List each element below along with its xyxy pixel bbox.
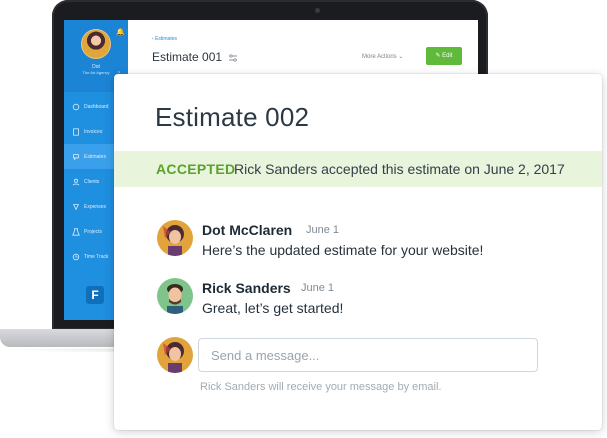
status-banner: ACCEPTED Rick Sanders accepted this esti… [114, 151, 602, 187]
avatar [157, 337, 193, 373]
sidebar-item-label: Projects [84, 228, 103, 235]
more-actions-button[interactable]: More Actions ⌄ [362, 53, 403, 60]
avatar [157, 220, 193, 256]
projects-icon [72, 227, 80, 236]
edit-button[interactable]: ✎ Edit [426, 47, 462, 65]
message-body: Here’s the updated estimate for your web… [202, 242, 484, 258]
composer-hint: Rick Sanders will receive your message b… [200, 381, 442, 393]
breadcrumb[interactable]: ‹ Estimates [152, 36, 177, 42]
clients-icon [72, 178, 80, 186]
app-header: ‹ Estimates Estimate 001 More Actions ⌄ … [128, 20, 478, 80]
expenses-icon [72, 203, 80, 211]
sliders-icon[interactable] [228, 50, 238, 62]
estimate-card: Estimate 002 ACCEPTED Rick Sanders accep… [114, 74, 602, 430]
message-body: Great, let’s get started! [202, 300, 344, 316]
edit-label: Edit [442, 53, 453, 59]
sidebar-item-label: Estimates [84, 153, 106, 160]
message-author: Dot McClaren [202, 222, 293, 238]
avatar[interactable] [81, 29, 111, 59]
message-item: Rick Sanders June 1 Great, let’s get sta… [157, 278, 577, 322]
time-icon [72, 253, 80, 261]
sidebar-item-label: Invoices [84, 128, 103, 135]
message-date: June 1 [306, 224, 340, 236]
message-item: Dot McClaren June 1 Here’s the updated e… [157, 220, 577, 264]
message-input[interactable] [198, 338, 538, 372]
sidebar-item-label: Time Track [84, 253, 109, 260]
dashboard-icon [72, 103, 80, 111]
bell-icon[interactable]: 🔔 [116, 28, 125, 36]
sidebar-item-label: Expenses [84, 203, 106, 210]
more-actions-label: More Actions [362, 54, 397, 60]
avatar [157, 278, 193, 314]
status-text: Rick Sanders accepted this estimate on J… [234, 161, 565, 177]
page-title: Estimate 001 [152, 50, 223, 64]
status-badge: ACCEPTED [156, 161, 236, 177]
message-date: June 1 [301, 282, 335, 294]
message-author: Rick Sanders [202, 280, 291, 296]
app-logo: F [86, 286, 104, 304]
estimate-title: Estimate 002 [155, 102, 310, 132]
sidebar-item-label: Clients [84, 178, 100, 185]
invoice-icon [72, 127, 80, 136]
laptop-camera [315, 8, 320, 13]
chevron-down-icon: ⌄ [398, 54, 404, 60]
sidebar-item-label: Dashboard [84, 103, 109, 110]
estimate-icon [72, 153, 80, 161]
